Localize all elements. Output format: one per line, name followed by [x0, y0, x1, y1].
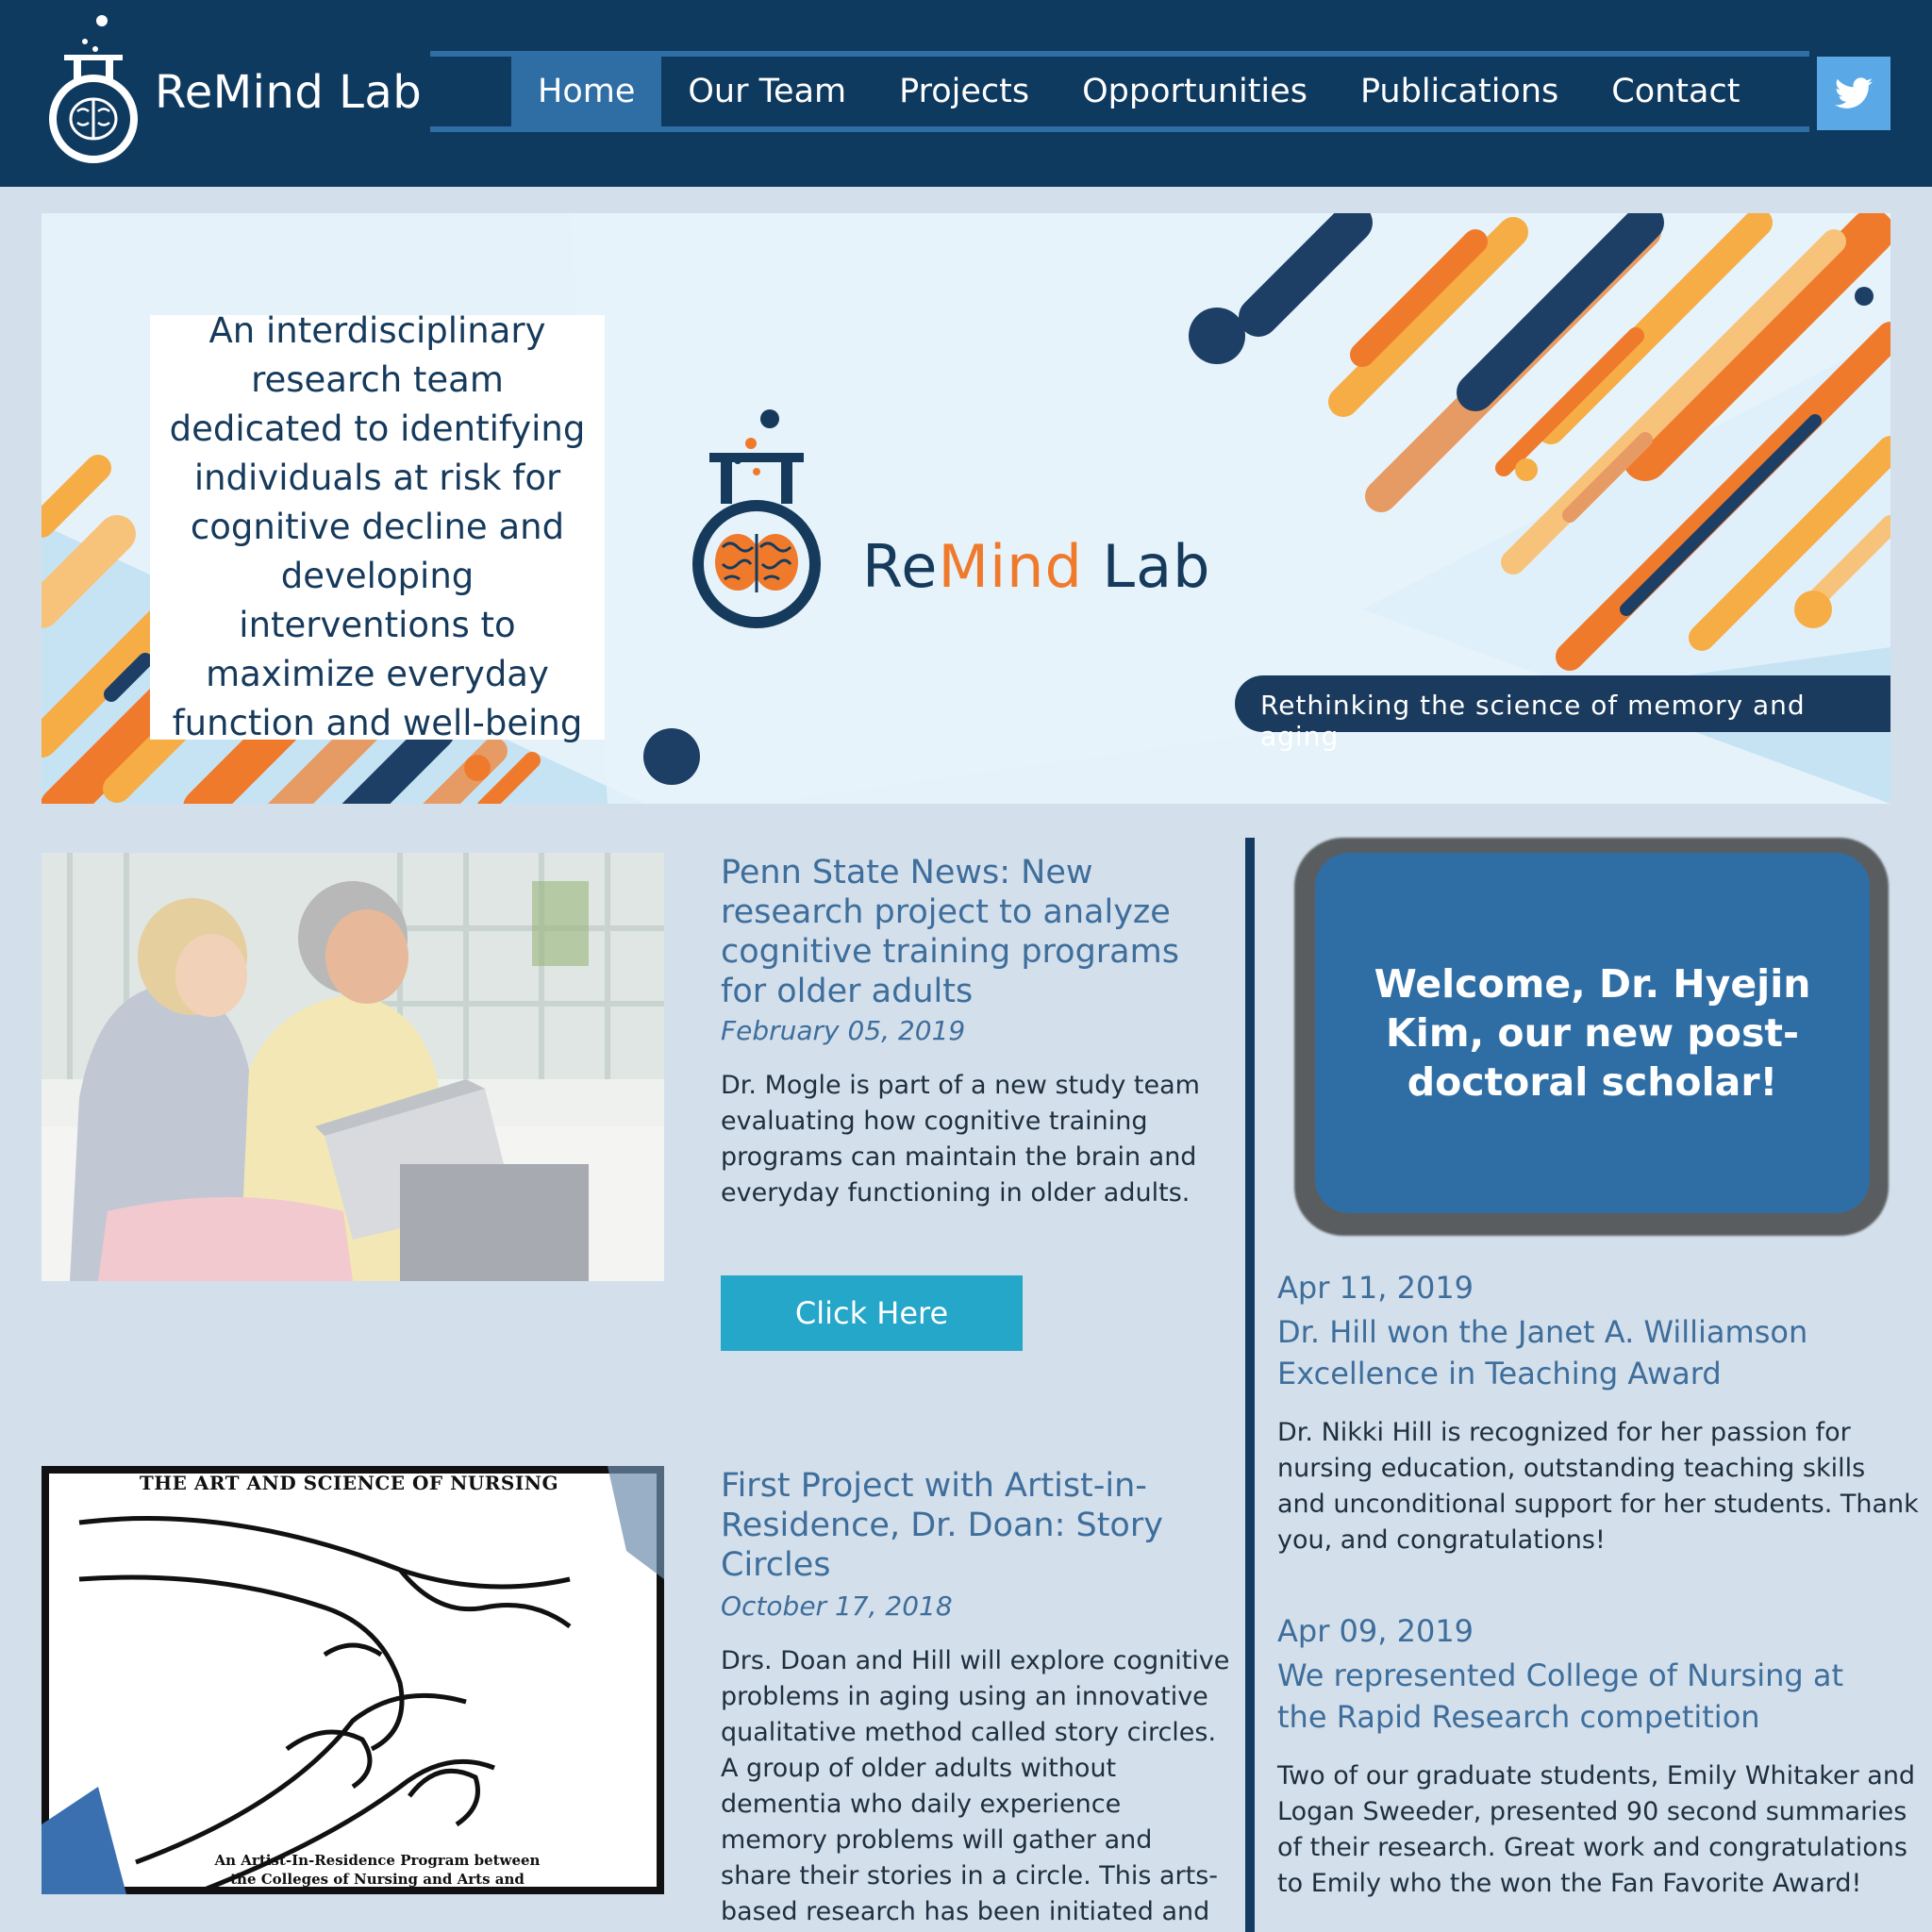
post-body-2: Two of our graduate students, Emily Whit…	[1277, 1761, 1916, 1898]
nav-contact[interactable]: Contact	[1585, 57, 1766, 126]
post-date-1: Apr 11, 2019	[1277, 1270, 1474, 1306]
mission-statement-box: An interdisciplinary research team dedic…	[150, 310, 605, 743]
brand-name[interactable]: ReMind Lab	[155, 66, 422, 119]
seniors-laptop-photo	[42, 853, 664, 1281]
hero-brand-name: ReMind Lab	[862, 532, 1210, 601]
welcome-card: Welcome, Dr. Hyejin Kim, our new post-do…	[1315, 853, 1870, 1213]
news-image-seniors-laptop[interactable]	[42, 853, 664, 1281]
brand-re: Re	[862, 532, 939, 601]
brand-mind: Mind	[938, 532, 1083, 601]
mission-statement: An interdisciplinary research team dedic…	[169, 310, 586, 743]
news-title-1[interactable]: Penn State News: New research project to…	[721, 853, 1230, 1011]
twitter-icon	[1835, 77, 1873, 108]
nav-home[interactable]: Home	[511, 57, 662, 126]
flask-brain-logo-icon[interactable]	[42, 13, 145, 164]
news-body-2: Drs. Doan and Hill will explore cognitiv…	[721, 1646, 1230, 1926]
image-caption-bottom: An Artist-In-Residence Program between t…	[214, 1852, 541, 1888]
post-title-2[interactable]: We represented College of Nursing at the…	[1277, 1655, 1900, 1738]
news-body-1: Dr. Mogle is part of a new study team ev…	[721, 1071, 1200, 1208]
flask-brain-logo-icon	[692, 409, 821, 628]
news-title-2[interactable]: First Project with Artist-in-Residence, …	[721, 1466, 1230, 1585]
brand-lab: Lab	[1082, 532, 1211, 601]
main-nav: Home Our Team Projects Opportunities Pub…	[511, 57, 1766, 126]
site-header: ReMind Lab Home Our Team Projects Opport…	[0, 0, 1932, 187]
post-body-1: Dr. Nikki Hill is recognized for her pas…	[1277, 1418, 1919, 1555]
news-date-2: October 17, 2018	[721, 1591, 953, 1622]
twitter-button[interactable]	[1817, 57, 1890, 130]
news-image-art-nursing[interactable]	[42, 1466, 664, 1894]
post-title-1[interactable]: Dr. Hill won the Janet A. Williamson Exc…	[1277, 1311, 1900, 1394]
image-caption-top: THE ART AND SCIENCE OF NURSING	[139, 1472, 559, 1494]
hands-illustration	[42, 1466, 664, 1894]
nav-publications[interactable]: Publications	[1334, 57, 1585, 126]
nav-opportunities[interactable]: Opportunities	[1056, 57, 1334, 126]
nav-our-team[interactable]: Our Team	[661, 57, 873, 126]
news-date-1: February 05, 2019	[721, 1015, 966, 1046]
hero-banner: An interdisciplinary research team dedic…	[42, 213, 1890, 804]
click-here-button[interactable]: Click Here	[721, 1275, 1023, 1351]
nav-projects[interactable]: Projects	[873, 57, 1056, 126]
column-divider	[1245, 838, 1255, 1932]
nav-border-bottom	[430, 126, 1809, 132]
tagline: Rethinking the science of memory and agi…	[1260, 690, 1806, 752]
post-date-2: Apr 09, 2019	[1277, 1613, 1474, 1649]
welcome-message: Welcome, Dr. Hyejin Kim, our new post-do…	[1374, 961, 1811, 1105]
